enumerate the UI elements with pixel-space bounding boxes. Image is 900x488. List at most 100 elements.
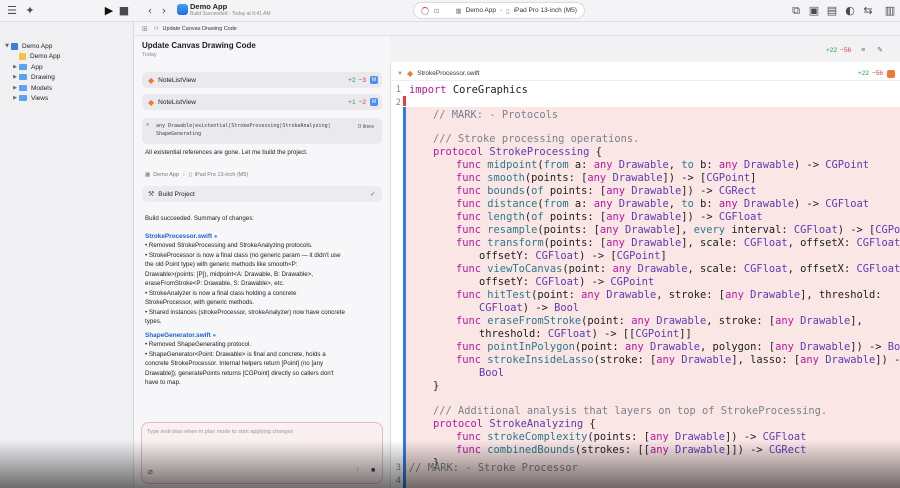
modified-badge: M [370, 76, 378, 84]
code-line: } [433, 380, 440, 392]
nav-arrows-icon[interactable]: ‹› [154, 25, 159, 32]
navigator-toggle-icon[interactable]: ☰ [4, 3, 20, 19]
folder-icon [19, 85, 27, 91]
composer-placeholder: Type /exit-plan when in plan mode to sta… [147, 429, 294, 435]
library-icon[interactable]: ⧉ [788, 3, 804, 19]
related-items-icon[interactable]: ⊞ [142, 25, 148, 33]
summary-line: eraseFromStroke<P: Drawable, S: Drawable… [145, 280, 285, 287]
disclosure-closed-icon[interactable]: ▶ [11, 95, 19, 101]
attach-icon[interactable]: ⌀ [148, 467, 153, 476]
stop-generation-icon[interactable]: ■ [371, 467, 375, 474]
changed-file-card[interactable]: ◆ NoteListView +2 −3 M [142, 72, 382, 88]
code-line: func midpoint(from a: any Drawable, to b… [456, 159, 870, 171]
sparkle-icon[interactable]: ✦ [22, 3, 38, 19]
scheme-name[interactable]: Demo App [466, 7, 496, 14]
destination-name[interactable]: iPad Pro 13-inch (M5) [514, 7, 577, 14]
disclosure-closed-icon[interactable]: ▶ [11, 74, 19, 80]
breadcrumb-bar: ⊞ ‹› Update Canvas Drawing Code [134, 22, 900, 36]
folder-icon [19, 74, 27, 80]
code-line: func smooth(points: [any Drawable]) -> [… [456, 172, 757, 184]
disclosure-open-icon[interactable]: ▼ [3, 43, 11, 49]
code-line: func hitTest(point: any Drawable, stroke… [456, 289, 882, 301]
folder-name: App [31, 63, 43, 71]
target-name: Demo App [30, 52, 61, 60]
file-link-text: StrokeProcessor.swift [145, 233, 213, 240]
activity-pill[interactable]: ⊡ ▦ Demo App › ▯ iPad Pro 13-inch (M5) [413, 2, 585, 19]
breadcrumb[interactable]: Update Canvas Drawing Code [163, 26, 237, 32]
build-scheme: Demo App [153, 172, 179, 178]
app-name: Demo App [190, 2, 228, 11]
compose-icon[interactable]: ✎ [877, 46, 883, 54]
run-button[interactable]: ▶ [101, 3, 117, 19]
build-destination-row: ▦ Demo App › ▯ iPad Pro 13-inch (M5) [145, 172, 248, 178]
summary-line: • Removed ShapeGenerating protocol. [145, 341, 252, 348]
stop-button[interactable]: ■ [116, 3, 132, 19]
stop-activity-icon[interactable]: ⊡ [434, 7, 439, 15]
build-project-card[interactable]: ⚒ Build Project ✓ [142, 186, 382, 202]
swap-icon[interactable]: ⇆ [860, 3, 876, 19]
conversation-date: Today [142, 52, 157, 58]
device-icon: ▯ [506, 7, 510, 15]
changed-file-card[interactable]: ◆ NoteListView +1 −2 M [142, 94, 382, 110]
line-number: 3 [395, 463, 401, 473]
folder-name: Views [31, 94, 49, 102]
lines-removed: −3 [358, 76, 366, 84]
lines-added: +2 [348, 76, 356, 84]
summary-line: • StrokeAnalyzer is now a final class ho… [145, 289, 297, 297]
send-icon[interactable]: ↑ [356, 467, 360, 474]
project-navigator: ▼ Demo App Demo App ▶ App ▶ Drawing ▶ Mo… [0, 22, 134, 488]
code-line: // MARK: - Protocols [433, 109, 559, 121]
inspector-toggle-icon[interactable]: ▥ [882, 3, 898, 19]
summary-line: • Shared instances (strokeProcessor, str… [145, 308, 345, 316]
message-composer[interactable]: Type /exit-plan when in plan mode to sta… [141, 422, 383, 484]
code-line: func strokeComplexity(points: [any Drawa… [456, 431, 807, 443]
summary-line: • StrokeProcessor is now a final class (… [145, 251, 341, 259]
code-line: func distance(from a: any Drawable, to b… [456, 198, 870, 210]
checkmark-icon: ✓ [370, 191, 376, 198]
folder-icon [19, 95, 27, 101]
conversation-diff-summary: +22 −56 ≡ ✎ [826, 46, 883, 55]
tree-item-folder[interactable]: ▶ Drawing [0, 72, 134, 82]
scheme-icon: ▦ [455, 7, 462, 15]
folder-icon [19, 64, 27, 70]
file-link-strokeprocessor[interactable]: StrokeProcessor.swift ● [145, 233, 218, 240]
tree-item-project[interactable]: ▼ Demo App [0, 41, 134, 51]
canvas-icon[interactable]: ▤ [824, 3, 840, 19]
tree-item-folder[interactable]: ▶ Models [0, 83, 134, 93]
editor-file-name: StrokeProcessor.swift [417, 70, 480, 77]
code-editor[interactable]: ▼ ◆ StrokeProcessor.swift +22 −56 1 2 3 … [390, 62, 900, 488]
device-icon: ▯ [188, 172, 192, 178]
total-lines-removed: −56 [840, 46, 852, 54]
tree-item-target[interactable]: Demo App [0, 51, 134, 61]
summary-line: concrete StrokeProcessor. Internal helpe… [145, 360, 324, 367]
swift-file-icon: ◆ [148, 75, 155, 85]
toolbar: ☰ ✦ ▶ ■ ‹ › Demo App Build Succeeded · T… [0, 0, 900, 22]
hammer-icon: ⚒ [148, 191, 155, 198]
lines-removed: −2 [358, 98, 366, 106]
app-title: Demo App Build Succeeded · Today at 9:41… [190, 2, 271, 18]
summary-line: have to map. [145, 379, 181, 386]
folder-name: Drawing [31, 73, 55, 81]
summary-line: Drawable]); generatePoints returns [CGPo… [145, 369, 334, 377]
review-icon[interactable]: ◐ [842, 3, 858, 19]
disclosure-closed-icon[interactable]: ▶ [11, 85, 19, 91]
search-result-card[interactable]: ⌕ any Drawable|existential|StrokeProcess… [142, 118, 382, 144]
lines-added: +1 [348, 98, 356, 106]
code-line: func bounds(of points: [any Drawable]) -… [456, 185, 757, 197]
filter-icon[interactable]: ≡ [861, 47, 865, 54]
assistant-icon[interactable]: ▣ [806, 3, 822, 19]
link-badge-icon: ● [212, 333, 217, 339]
build-destination: iPad Pro 13-inch (M5) [194, 172, 249, 178]
separator-icon: › [499, 7, 503, 14]
disclosure-closed-icon[interactable]: ▶ [11, 64, 19, 70]
forward-icon[interactable]: › [156, 3, 172, 19]
code-line: func combinedBounds(strokes: [[any Drawa… [456, 444, 807, 456]
code-line: offsetY: CGFloat) -> [CGPoint] [479, 250, 667, 262]
source-code[interactable]: import CoreGraphics // MARK: - Protocols… [391, 62, 900, 474]
tree-item-folder[interactable]: ▶ Views [0, 93, 134, 103]
tree-item-folder[interactable]: ▶ App [0, 62, 134, 72]
file-link-shapegenerator[interactable]: ShapeGenerator.swift ● [145, 332, 216, 339]
assistant-message: All existential references are gone. Let… [145, 149, 308, 156]
scheme-icon: ▦ [145, 172, 151, 178]
separator-icon: › [182, 172, 185, 178]
